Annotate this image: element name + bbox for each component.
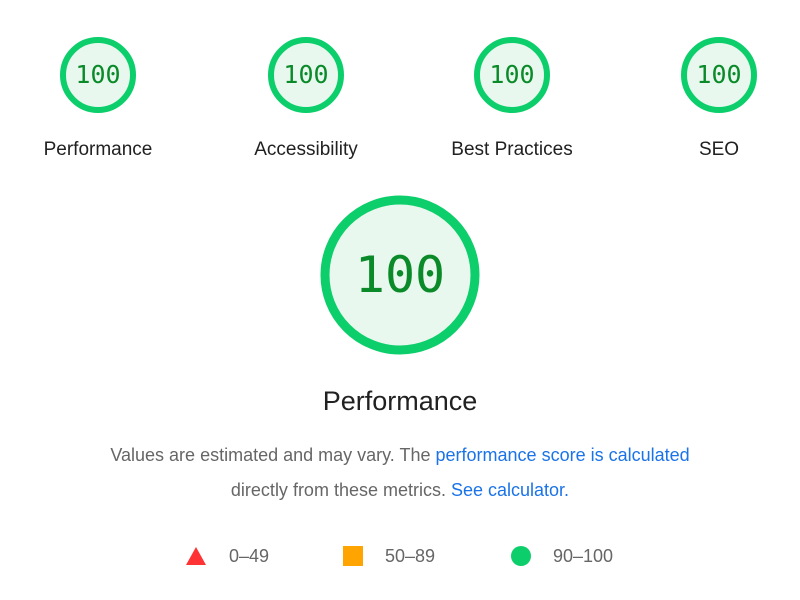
score-value: 100: [489, 60, 535, 89]
score-ring: 100: [266, 35, 346, 115]
score-value: 100: [75, 60, 121, 89]
gauge-accessibility[interactable]: 100 Accessibility: [236, 35, 376, 161]
square-icon: [343, 546, 363, 566]
description-text: directly from these metrics.: [230, 480, 451, 500]
gauge-label: SEO: [698, 139, 740, 160]
legend-range: 90–100: [553, 545, 614, 566]
gauge-seo[interactable]: 100 SEO: [649, 35, 789, 161]
description-line-1: Values are estimated and may vary. The p…: [0, 445, 800, 466]
score-value: 100: [696, 60, 742, 89]
score-value: 100: [283, 60, 329, 89]
legend-item-pass: 90–100: [511, 543, 613, 569]
circle-icon: [511, 546, 531, 566]
description-text: Values are estimated and may vary. The: [110, 445, 436, 465]
description-line-2: directly from these metrics. See calcula…: [0, 480, 800, 501]
gauge-label: Best Practices: [451, 139, 573, 160]
score-ring: 100: [58, 35, 138, 115]
triangle-icon: [186, 547, 206, 565]
legend-range: 50–89: [385, 545, 436, 566]
see-calculator-link[interactable]: See calculator.: [451, 480, 569, 500]
legend-item-fail: 0–49: [185, 543, 269, 569]
main-score-value: 100: [354, 246, 446, 304]
gauge-label: Accessibility: [254, 139, 358, 160]
score-calculated-link[interactable]: performance score is calculated: [436, 445, 690, 465]
main-score-gauge: 100: [318, 193, 482, 357]
gauge-performance[interactable]: 100 Performance: [28, 35, 168, 161]
main-title: Performance: [322, 386, 478, 416]
score-ring: 100: [679, 35, 759, 115]
gauge-label: Performance: [43, 139, 153, 160]
gauge-best-practices[interactable]: 100 Best Practices: [442, 35, 582, 161]
score-legend: 0–49 50–89 90–100: [0, 543, 800, 569]
legend-range: 0–49: [229, 545, 270, 566]
legend-item-average: 50–89: [343, 543, 435, 569]
score-ring: 100: [472, 35, 552, 115]
